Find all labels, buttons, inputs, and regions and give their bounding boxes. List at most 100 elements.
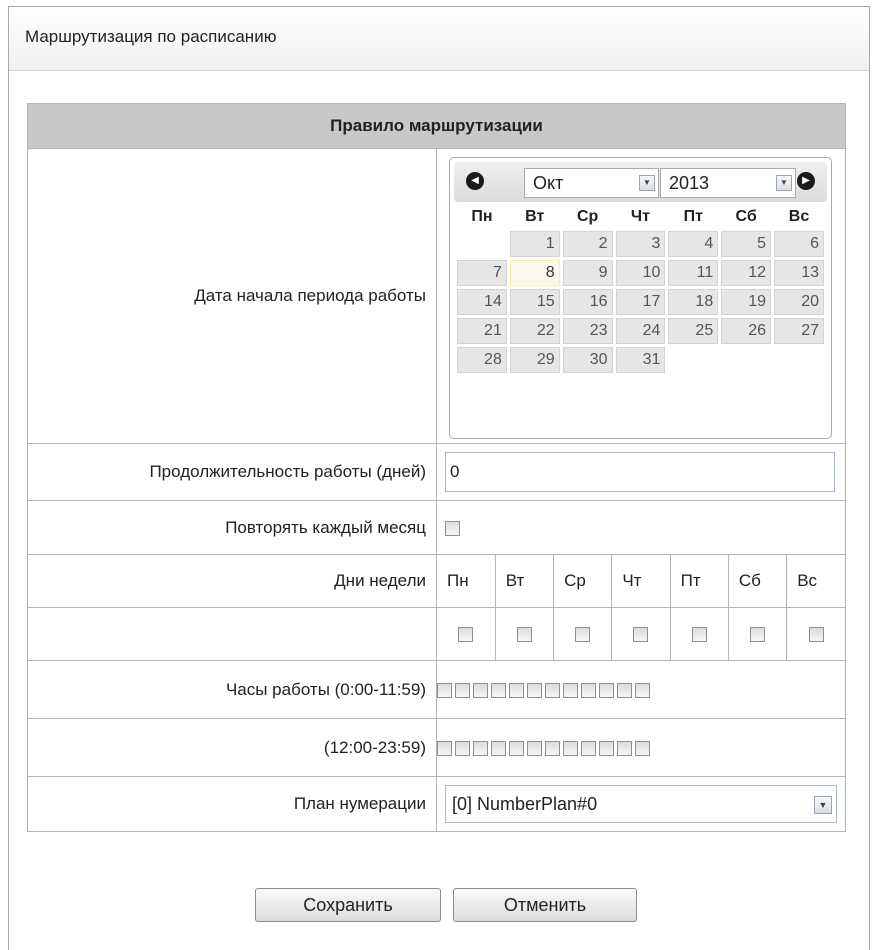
calendar-day[interactable]: 16	[562, 289, 613, 315]
chevron-down-icon[interactable]: ▼	[639, 175, 655, 191]
hour-checkbox-pm[interactable]	[491, 740, 506, 756]
hour-checkbox-am[interactable]	[527, 682, 542, 698]
hours-am-checkboxes	[436, 660, 846, 719]
weekday-checkbox[interactable]	[808, 627, 824, 643]
hours-am-label: Часы работы (0:00-11:59)	[27, 660, 437, 719]
hour-checkbox-pm[interactable]	[527, 740, 542, 756]
calendar-day[interactable]: 8	[509, 260, 560, 286]
hour-checkbox-am[interactable]	[491, 682, 506, 698]
numbering-plan-select[interactable]: [0] NumberPlan#0 ▼	[445, 785, 837, 823]
repeat-monthly-checkbox[interactable]	[445, 520, 460, 536]
weekday-checkbox-cell	[437, 608, 495, 660]
calendar-weekday-header: Ср	[576, 208, 599, 225]
year-select[interactable]: 2013 ▼	[660, 168, 796, 198]
hour-checkbox-am[interactable]	[509, 682, 524, 698]
hour-checkbox-pm[interactable]	[473, 740, 488, 756]
calendar-day[interactable]: 22	[509, 318, 560, 344]
calendar-day[interactable]: 15	[509, 289, 560, 315]
weekday-checkbox-cell	[553, 608, 612, 660]
month-select[interactable]: Окт ▼	[524, 168, 659, 198]
hour-checkbox-am[interactable]	[545, 682, 560, 698]
chevron-down-icon[interactable]: ▼	[814, 796, 832, 814]
calendar-grid: Пн Вт Ср Чт Пт Сб Вс 1 2 3 4 5 6 7 8 9 10 11 12 13 14 15 16 17…	[454, 203, 827, 376]
numbering-plan-value: [0] NumberPlan#0	[452, 794, 598, 814]
calendar-day[interactable]: 19	[721, 289, 772, 315]
calendar-day[interactable]: 13	[774, 260, 824, 286]
weekday-checkbox[interactable]	[750, 627, 766, 643]
calendar-day[interactable]: 5	[721, 231, 772, 257]
calendar-day[interactable]: 30	[562, 347, 613, 373]
calendar-day[interactable]: 11	[668, 260, 719, 286]
hour-checkbox-am[interactable]	[437, 682, 452, 698]
weekday-checkbox[interactable]	[516, 627, 532, 643]
repeat-monthly-label: Повторять каждый месяц	[27, 500, 437, 555]
hour-checkbox-pm[interactable]	[599, 740, 614, 756]
next-month-icon[interactable]: ▶	[797, 172, 815, 190]
calendar-empty-cell	[721, 347, 771, 373]
weekday-labels: Пн Вт Ср Чт Пт Сб Вс	[437, 555, 845, 607]
calendar-day[interactable]: 9	[562, 260, 613, 286]
weekday-checkbox[interactable]	[633, 627, 649, 643]
calendar-weekday-header: Сб	[735, 208, 757, 225]
weekday-label: Чт	[611, 555, 671, 607]
calendar-day[interactable]: 23	[562, 318, 613, 344]
calendar-day[interactable]: 24	[615, 318, 666, 344]
weekdays-label: Дни недели	[27, 554, 437, 608]
calendar-empty-cell	[774, 347, 824, 373]
chevron-down-icon[interactable]: ▼	[776, 175, 792, 191]
calendar-day[interactable]: 31	[615, 347, 666, 373]
hour-checkbox-pm[interactable]	[509, 740, 524, 756]
calendar-day[interactable]: 25	[668, 318, 719, 344]
weekday-checkbox[interactable]	[691, 627, 707, 643]
hour-checkbox-am[interactable]	[635, 682, 650, 698]
cancel-button[interactable]: Отменить	[453, 888, 637, 922]
hour-checkbox-pm[interactable]	[635, 740, 650, 756]
calendar-day[interactable]: 28	[457, 347, 507, 373]
calendar-day[interactable]: 1	[509, 231, 560, 257]
hour-checkbox-am[interactable]	[455, 682, 470, 698]
calendar-day[interactable]: 18	[668, 289, 719, 315]
calendar-day[interactable]: 17	[615, 289, 666, 315]
hour-checkbox-am[interactable]	[599, 682, 614, 698]
hour-checkbox-pm[interactable]	[545, 740, 560, 756]
calendar-day[interactable]: 26	[721, 318, 772, 344]
hour-checkbox-am[interactable]	[617, 682, 632, 698]
calendar-day[interactable]: 21	[457, 318, 507, 344]
hour-checkbox-am[interactable]	[563, 682, 578, 698]
calendar-weekday-header: Пн	[471, 208, 493, 225]
hour-checkbox-pm[interactable]	[563, 740, 578, 756]
calendar-weekday-header: Пт	[683, 208, 703, 225]
prev-month-icon[interactable]: ◀	[466, 172, 484, 190]
calendar-day[interactable]: 2	[562, 231, 613, 257]
duration-label: Продолжительность работы (дней)	[27, 443, 437, 501]
calendar-day[interactable]: 29	[509, 347, 560, 373]
hour-checkbox-am[interactable]	[581, 682, 596, 698]
calendar-day[interactable]: 20	[774, 289, 824, 315]
weekday-checkbox[interactable]	[458, 627, 474, 643]
hour-checkbox-am[interactable]	[473, 682, 488, 698]
hour-checkbox-pm[interactable]	[581, 740, 596, 756]
calendar-day[interactable]: 10	[615, 260, 666, 286]
start-date-cell: ◀ Окт ▼ 2013 ▼ ▶ Пн Вт Ср Чт Пт Сб Вс 12345678…	[436, 148, 846, 444]
repeat-monthly-cell	[436, 500, 846, 555]
calendar-weekday-header: Чт	[630, 208, 650, 225]
weekday-checkbox[interactable]	[575, 627, 591, 643]
weekday-checkbox-cell	[494, 608, 554, 660]
weekday-checkboxes-cell	[436, 607, 846, 661]
routing-rule-table: Правило маршрутизации Дата начала период…	[27, 103, 846, 832]
weekday-checkbox-cell	[727, 608, 787, 660]
calendar-day[interactable]: 4	[668, 231, 719, 257]
calendar-day[interactable]: 27	[774, 318, 824, 344]
weekday-label: Вс	[786, 555, 845, 607]
save-button[interactable]: Сохранить	[255, 888, 441, 922]
calendar-day[interactable]: 12	[721, 260, 772, 286]
hour-checkbox-pm[interactable]	[437, 740, 452, 756]
numbering-plan-cell: [0] NumberPlan#0 ▼	[436, 776, 846, 832]
calendar-day[interactable]: 14	[457, 289, 507, 315]
hour-checkbox-pm[interactable]	[617, 740, 632, 756]
hour-checkbox-pm[interactable]	[455, 740, 470, 756]
calendar-day[interactable]: 3	[615, 231, 666, 257]
calendar-day[interactable]: 7	[457, 260, 507, 286]
duration-input[interactable]: 0	[445, 452, 835, 492]
calendar-day[interactable]: 6	[774, 231, 824, 257]
